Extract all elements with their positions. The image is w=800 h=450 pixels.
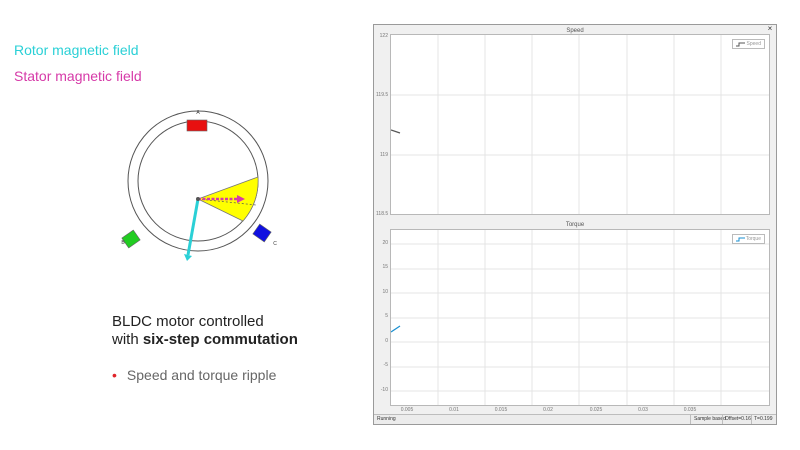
- rotor-vector-head: [184, 254, 192, 261]
- torque-legend-label: Torque: [745, 236, 761, 242]
- rotor-inner-ring: [137, 120, 259, 242]
- torque-trace: [391, 325, 401, 333]
- caption-line-2: with six-step commutation: [112, 331, 298, 348]
- torque-ytick: 5: [385, 313, 388, 319]
- x-tick: 0.015: [494, 407, 508, 413]
- stator-field-legend: Stator magnetic field: [14, 68, 142, 84]
- torque-ytick: -5: [383, 362, 388, 368]
- motor-diagram: A B C: [121, 110, 277, 261]
- status-divider: [751, 415, 752, 424]
- speed-trace: [391, 129, 401, 134]
- rotor-field-legend: Rotor magnetic field: [14, 42, 139, 58]
- speed-legend[interactable]: Speed: [732, 39, 765, 49]
- status-time: T=0.199: [754, 416, 773, 422]
- rotor-center: [196, 197, 200, 201]
- legend-line-icon: [736, 42, 745, 47]
- torque-ytick: 20: [382, 240, 388, 246]
- speed-ytick: 119: [380, 152, 388, 158]
- bullet-text: Speed and torque ripple: [126, 367, 277, 383]
- torque-ytick: -10: [380, 387, 388, 393]
- x-tick: 0.02: [543, 407, 553, 413]
- bullet-dot-icon: •: [112, 367, 117, 383]
- x-tick: 0.035: [683, 407, 697, 413]
- speed-ytick: 118.5: [376, 211, 389, 217]
- torque-legend[interactable]: Torque: [732, 234, 765, 244]
- x-tick: 0.005: [400, 407, 414, 413]
- torque-plot: Torque: [390, 229, 770, 406]
- scope-window: × Speed Speed 122 119.5 119 118.5 Torque: [373, 24, 777, 425]
- torque-ytick: 15: [382, 264, 388, 270]
- caption-prefix: with: [112, 331, 143, 348]
- pole-c: [252, 223, 272, 243]
- bullet-item: • Speed and torque ripple: [112, 367, 276, 383]
- caption-line-1: BLDC motor controlled: [112, 313, 264, 330]
- torque-panel-title: Torque: [565, 222, 585, 228]
- status-running: Running: [377, 416, 396, 422]
- legend-line-icon: [736, 237, 745, 242]
- status-offset: Offset=0.16: [725, 416, 751, 422]
- pole-a: [186, 119, 208, 132]
- speed-ytick: 122: [379, 33, 388, 39]
- speed-ytick: 119.5: [376, 92, 389, 98]
- torque-ytick: 0: [385, 338, 388, 344]
- status-divider: [690, 415, 691, 424]
- caption-bold: six-step commutation: [142, 331, 298, 348]
- x-tick: 0.03: [638, 407, 648, 413]
- torque-grid: [391, 230, 769, 405]
- speed-legend-label: Speed: [746, 41, 761, 47]
- x-tick: 0.01: [449, 407, 459, 413]
- speed-plot: Speed: [390, 34, 770, 215]
- pole-c-label: C: [273, 241, 277, 247]
- x-tick: 0.025: [589, 407, 603, 413]
- torque-ytick: 10: [382, 289, 388, 295]
- status-bar: Running Sample based Offset=0.16 T=0.199: [374, 414, 776, 424]
- speed-grid: [391, 35, 769, 214]
- status-divider: [722, 415, 723, 424]
